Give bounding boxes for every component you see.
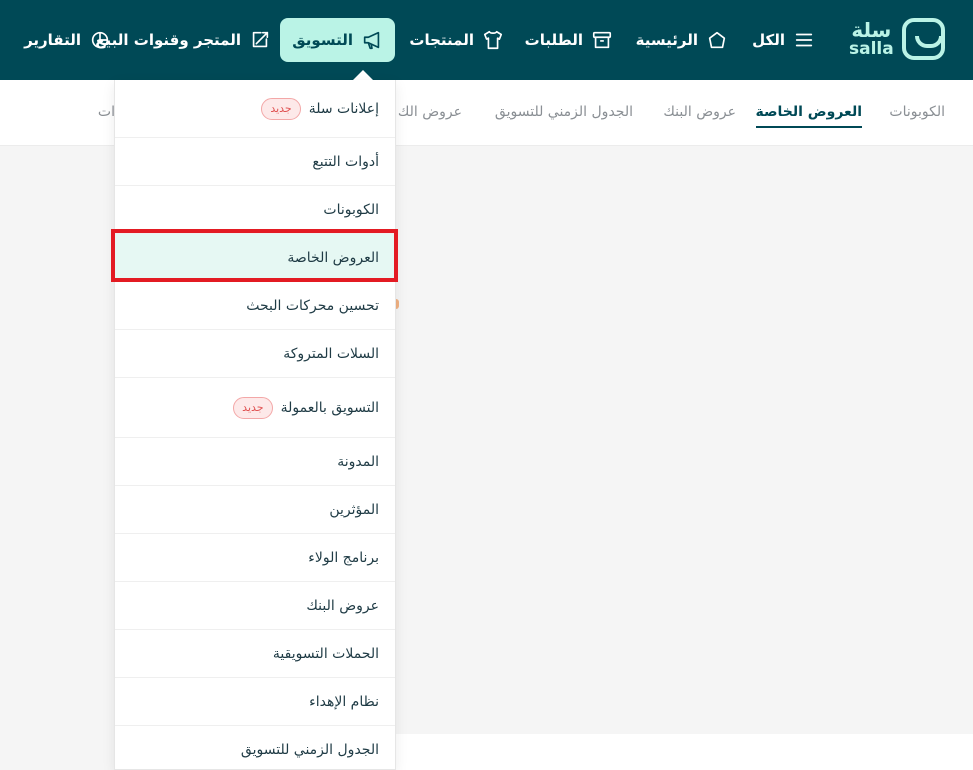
- logo-english: salla: [849, 39, 894, 59]
- menu-item-salla-ads[interactable]: إعلانات سلة جديد: [115, 80, 395, 138]
- nav-all-label: الكل: [752, 31, 785, 49]
- menu-item-label: إعلانات سلة: [308, 100, 379, 117]
- nav-reports[interactable]: التقارير: [24, 18, 111, 62]
- subtab-special-offers[interactable]: العروض الخاصة: [755, 104, 862, 128]
- subtab-coupons[interactable]: الكوبونات: [889, 104, 945, 120]
- content-card-edge: [396, 734, 973, 770]
- nav-orders-label: الطلبات: [524, 31, 583, 49]
- nav-all[interactable]: الكل: [752, 18, 815, 62]
- menu-item-seo[interactable]: تحسين محركات البحث: [115, 282, 395, 330]
- menu-item-tracking-tools[interactable]: أدوات التتبع: [115, 138, 395, 186]
- menu-item-influencers[interactable]: المؤثرين: [115, 486, 395, 534]
- nav-store-channels-label: المتجر وقنوات البيع: [95, 31, 241, 49]
- nav-orders[interactable]: الطلبات: [525, 18, 613, 62]
- menu-item-label: تحسين محركات البحث: [246, 297, 379, 314]
- nav-home[interactable]: الرئيسية: [636, 18, 728, 62]
- menu-item-label: التسويق بالعمولة: [280, 399, 379, 416]
- nav-products[interactable]: المنتجات: [409, 18, 504, 62]
- menu-item-abandoned-carts[interactable]: السلات المتروكة: [115, 330, 395, 378]
- marketing-dropdown-menu: إعلانات سلة جديد أدوات التتبع الكوبونات …: [114, 80, 396, 770]
- subtab-partial[interactable]: عروض الك: [398, 104, 462, 120]
- nav-marketing[interactable]: التسويق: [280, 18, 395, 62]
- menu-item-label: الجدول الزمني للتسويق: [240, 741, 379, 758]
- menu-item-blog[interactable]: المدونة: [115, 438, 395, 486]
- new-badge: جديد: [261, 97, 301, 120]
- nav-reports-label: التقارير: [24, 31, 81, 49]
- menu-item-affiliate-marketing[interactable]: التسويق بالعمولة جديد: [115, 378, 395, 438]
- logo-arabic: سلة: [851, 18, 892, 42]
- logo-text: سلة salla: [849, 20, 894, 58]
- nav-marketing-label: التسويق: [292, 31, 353, 49]
- menu-item-coupons[interactable]: الكوبونات: [115, 186, 395, 234]
- subtab-bank-offers[interactable]: عروض البنك: [663, 104, 736, 120]
- salla-logo[interactable]: سلة salla: [849, 16, 945, 62]
- new-badge: جديد: [233, 396, 273, 419]
- menu-item-label: برنامج الولاء: [308, 549, 379, 566]
- store-share-icon: [252, 31, 269, 48]
- menu-icon: [795, 33, 813, 47]
- dropdown-caret: [353, 70, 373, 80]
- menu-item-label: أدوات التتبع: [312, 153, 379, 170]
- menu-item-label: المؤثرين: [329, 501, 379, 518]
- menu-item-label: المدونة: [337, 453, 379, 470]
- box-icon: [592, 31, 612, 49]
- menu-item-label: العروض الخاصة: [287, 249, 379, 266]
- menu-item-label: الحملات التسويقية: [272, 645, 379, 662]
- nav-store-channels[interactable]: المتجر وقنوات البيع: [95, 18, 271, 62]
- salla-bag-icon: [901, 18, 945, 60]
- top-navbar: سلة salla الكل الرئيسية الطلبات المنتجات…: [0, 0, 973, 80]
- nav-products-label: المنتجات: [409, 31, 474, 49]
- menu-item-label: السلات المتروكة: [283, 345, 379, 362]
- menu-item-label: عروض البنك: [306, 597, 379, 614]
- nav-home-label: الرئيسية: [635, 31, 698, 49]
- home-icon: [708, 31, 726, 49]
- subtab-marketing-schedule[interactable]: الجدول الزمني للتسويق: [495, 104, 633, 120]
- menu-item-label: الكوبونات: [323, 201, 379, 218]
- menu-item-loyalty-program[interactable]: برنامج الولاء: [115, 534, 395, 582]
- menu-item-bank-offers[interactable]: عروض البنك: [115, 582, 395, 630]
- menu-item-campaigns[interactable]: الحملات التسويقية: [115, 630, 395, 678]
- menu-item-special-offers[interactable]: العروض الخاصة: [115, 234, 395, 282]
- subtab-partial-left[interactable]: ات: [98, 104, 115, 120]
- menu-item-label: نظام الإهداء: [309, 693, 379, 710]
- shirt-icon: [483, 30, 503, 50]
- megaphone-icon: [363, 31, 380, 50]
- pie-chart-icon: [91, 31, 109, 49]
- menu-item-marketing-schedule[interactable]: الجدول الزمني للتسويق: [115, 726, 395, 769]
- menu-item-gifting-system[interactable]: نظام الإهداء: [115, 678, 395, 726]
